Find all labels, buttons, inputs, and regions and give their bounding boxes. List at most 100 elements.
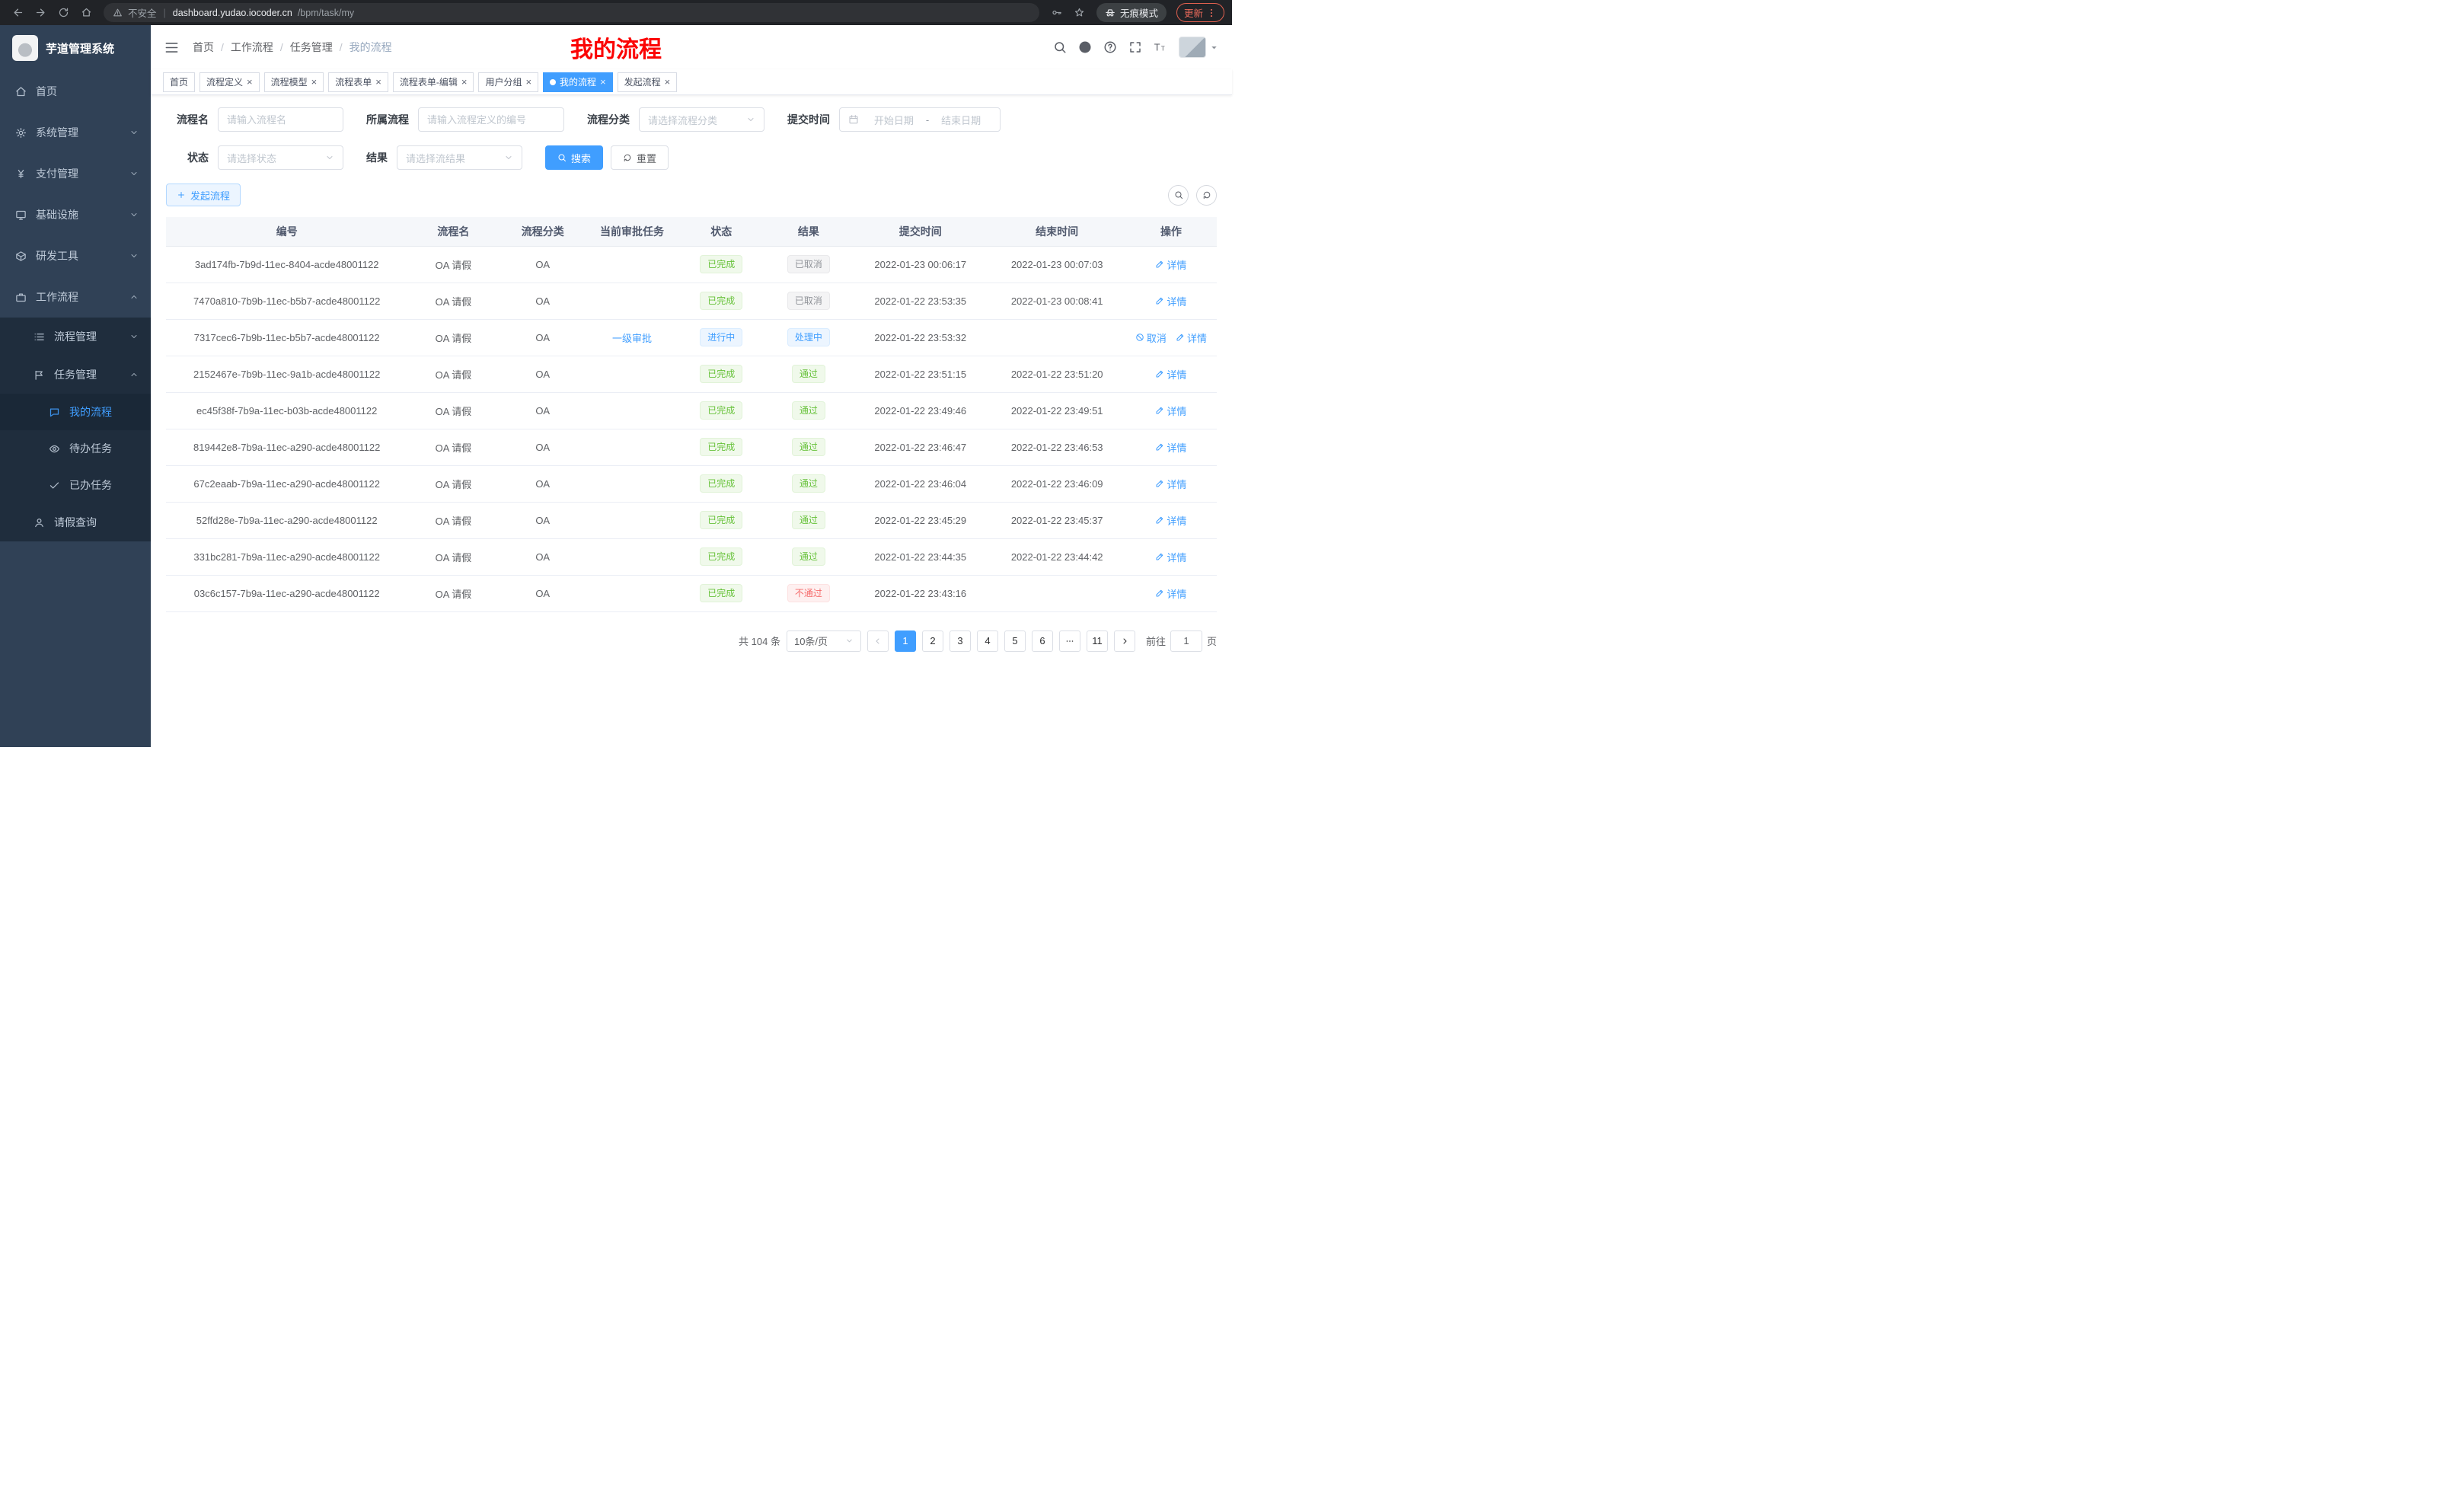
bookmark-star-button[interactable]	[1070, 3, 1090, 23]
category-select[interactable]: 请选择流程分类	[639, 107, 764, 132]
chevron-down-icon	[129, 128, 139, 137]
detail-link[interactable]: 详情	[1155, 477, 1186, 491]
back-button[interactable]	[8, 3, 27, 23]
sidebar-item-system-management[interactable]: 系统管理	[0, 112, 151, 153]
detail-link[interactable]: 详情	[1155, 550, 1186, 564]
sidebar-item-task-management[interactable]: 任务管理	[0, 356, 151, 394]
tab-process-form-edit[interactable]: 流程表单-编辑×	[393, 72, 474, 92]
tab-home[interactable]: 首页	[163, 72, 195, 92]
search-button[interactable]: 搜索	[545, 145, 603, 170]
close-icon[interactable]: ×	[247, 77, 253, 87]
reload-button[interactable]	[53, 3, 73, 23]
update-button[interactable]: 更新	[1176, 3, 1224, 22]
page-button-11[interactable]: 11	[1087, 630, 1108, 652]
close-icon[interactable]: ×	[375, 77, 381, 87]
tab-my-process[interactable]: 我的流程×	[543, 72, 613, 92]
page-button-2[interactable]: 2	[922, 630, 943, 652]
sidebar-item-done-tasks[interactable]: 已办任务	[0, 467, 151, 503]
header-search-button[interactable]	[1053, 40, 1067, 54]
password-key-button[interactable]	[1047, 3, 1067, 23]
forward-icon	[35, 7, 46, 18]
goto-page-input[interactable]	[1170, 630, 1202, 652]
page-button-1[interactable]: 1	[895, 630, 916, 652]
cell-result: 已取消	[765, 246, 853, 283]
page-button-5[interactable]: 5	[1004, 630, 1026, 652]
close-icon[interactable]: ×	[600, 77, 606, 87]
forward-button[interactable]	[30, 3, 50, 23]
status-badge: 已完成	[700, 255, 742, 273]
detail-link[interactable]: 详情	[1155, 586, 1186, 601]
result-select[interactable]: 请选择流结果	[397, 145, 522, 170]
column-header: 流程名	[407, 217, 499, 246]
cancel-link[interactable]: 取消	[1135, 330, 1167, 345]
submit-time-range[interactable]: 开始日期 - 结束日期	[839, 107, 1001, 132]
breadcrumb-item[interactable]: 任务管理	[290, 40, 333, 55]
breadcrumb-item[interactable]: 首页	[193, 40, 214, 55]
status-badge: 已完成	[700, 401, 742, 420]
status-select[interactable]: 请选择状态	[218, 145, 343, 170]
user-menu[interactable]	[1179, 37, 1218, 58]
page-size-select[interactable]: 10条/页	[787, 630, 861, 652]
cell-category: OA	[499, 392, 586, 429]
detail-link[interactable]: 详情	[1155, 257, 1186, 272]
help-button[interactable]	[1103, 40, 1117, 54]
column-header: 结束时间	[988, 217, 1125, 246]
sidebar-item-payment-management[interactable]: 支付管理	[0, 153, 151, 194]
detail-link[interactable]: 详情	[1155, 440, 1186, 455]
sidebar-item-my-process[interactable]: 我的流程	[0, 394, 151, 430]
refresh-table-button[interactable]	[1196, 185, 1217, 206]
chevron-down-icon	[746, 115, 755, 124]
more-pages-button[interactable]	[1059, 630, 1080, 652]
sidebar-item-process-management[interactable]: 流程管理	[0, 318, 151, 356]
detail-link[interactable]: 详情	[1176, 330, 1207, 345]
page-button-3[interactable]: 3	[950, 630, 971, 652]
detail-link[interactable]: 详情	[1155, 294, 1186, 308]
detail-link[interactable]: 详情	[1155, 404, 1186, 418]
breadcrumb: 首页/工作流程/任务管理/我的流程	[193, 40, 392, 55]
start-process-button[interactable]: 发起流程	[166, 184, 241, 206]
process-definition-input[interactable]	[418, 107, 564, 132]
cell-process-name: OA 请假	[407, 502, 499, 538]
tab-process-form[interactable]: 流程表单×	[328, 72, 388, 92]
tab-start-process[interactable]: 发起流程×	[618, 72, 678, 92]
detail-link[interactable]: 详情	[1155, 513, 1186, 528]
task-link[interactable]: 一级审批	[612, 333, 652, 344]
github-button[interactable]	[1078, 40, 1092, 54]
process-name-input[interactable]	[218, 107, 343, 132]
sidebar-item-leave-query[interactable]: 请假查询	[0, 503, 151, 541]
sidebar-item-home[interactable]: 首页	[0, 71, 151, 112]
sidebar-item-dev-tools[interactable]: 研发工具	[0, 235, 151, 276]
table-row: 67c2eaab-7b9a-11ec-a290-acde48001122OA 请…	[166, 465, 1217, 502]
breadcrumb-item[interactable]: 工作流程	[231, 40, 273, 55]
browser-home-button[interactable]	[76, 3, 96, 23]
tab-user-group[interactable]: 用户分组×	[478, 72, 538, 92]
cell-submit-time: 2022-01-22 23:53:35	[852, 283, 988, 319]
app-logo[interactable]: 芋道管理系统	[0, 25, 151, 71]
detail-link[interactable]: 详情	[1155, 367, 1186, 381]
goto-unit: 页	[1207, 634, 1217, 648]
tab-process-model[interactable]: 流程模型×	[264, 72, 324, 92]
url-bar[interactable]: 不安全 | dashboard.yudao.iocoder.cn/bpm/tas…	[104, 3, 1039, 22]
tab-process-definition[interactable]: 流程定义×	[199, 72, 260, 92]
next-page-button[interactable]	[1114, 630, 1135, 652]
detail-label: 详情	[1167, 294, 1186, 308]
sidebar-toggle-button[interactable]	[164, 40, 179, 55]
cell-current-task[interactable]: 一级审批	[586, 319, 678, 356]
sidebar-item-workflow[interactable]: 工作流程	[0, 276, 151, 318]
reset-button[interactable]: 重置	[611, 145, 669, 170]
cell-category: OA	[499, 283, 586, 319]
sidebar-item-todo-tasks[interactable]: 待办任务	[0, 430, 151, 467]
fullscreen-button[interactable]	[1128, 40, 1142, 54]
page-button-6[interactable]: 6	[1032, 630, 1053, 652]
prev-page-button[interactable]	[867, 630, 889, 652]
close-icon[interactable]: ×	[525, 77, 531, 87]
toggle-search-button[interactable]	[1168, 185, 1189, 206]
cell-process-name: OA 请假	[407, 429, 499, 465]
close-icon[interactable]: ×	[311, 77, 318, 87]
close-icon[interactable]: ×	[665, 77, 671, 87]
sidebar-item-infrastructure[interactable]: 基础设施	[0, 194, 151, 235]
font-size-button[interactable]: TT	[1154, 40, 1167, 54]
cell-current-task	[586, 538, 678, 575]
page-button-4[interactable]: 4	[977, 630, 998, 652]
close-icon[interactable]: ×	[461, 77, 468, 87]
